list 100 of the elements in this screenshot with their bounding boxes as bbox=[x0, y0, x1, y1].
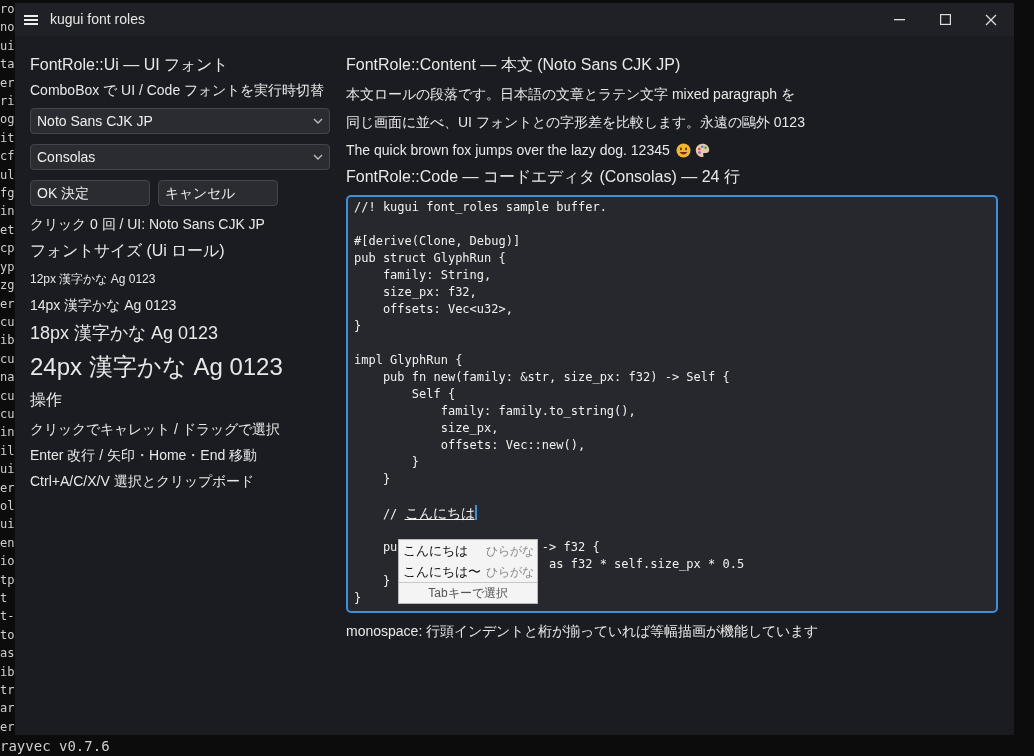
terminal-text: to bbox=[0, 626, 15, 644]
terminal-text: ro bbox=[0, 1, 15, 18]
candidate-hint: ひらがな bbox=[486, 563, 534, 581]
code-line: family: family.to_string(), bbox=[439, 403, 636, 420]
chevron-down-icon bbox=[313, 118, 323, 124]
terminal-text: et bbox=[0, 221, 15, 239]
terminal-text: er bbox=[0, 479, 15, 497]
close-icon bbox=[985, 13, 997, 26]
terminal-text: io bbox=[0, 553, 15, 571]
candidate-hint: ひらがな bbox=[486, 542, 534, 560]
terminal-text: en bbox=[0, 534, 15, 552]
terminal-text: cu bbox=[0, 350, 15, 368]
code-line: } bbox=[354, 590, 362, 607]
pangram-text: The quick brown fox jumps over the lazy dog. 12345 bbox=[346, 141, 670, 160]
text-caret bbox=[474, 505, 477, 520]
terminal-text: cp bbox=[0, 240, 15, 258]
code-line: pub fn new(family: &str, size_px: f32) -> Self { bbox=[381, 369, 730, 386]
code-comment: // bbox=[381, 507, 399, 521]
terminal-text: er bbox=[0, 74, 15, 92]
candidate-text[interactable]: こんにちは〜 bbox=[403, 561, 481, 582]
dialog-button[interactable]: OK 決定 bbox=[30, 180, 150, 206]
menu-icon[interactable] bbox=[24, 13, 38, 26]
terminal-text: cu bbox=[0, 387, 15, 405]
terminal-text: ta bbox=[0, 56, 15, 74]
instruction-text: Enter 改行 / 矢印・Home・End 移動 bbox=[30, 446, 259, 465]
window-title: kugui font roles bbox=[50, 10, 145, 29]
terminal-text: in bbox=[0, 203, 15, 221]
terminal-text: ui bbox=[0, 37, 15, 55]
terminal-text: zg bbox=[0, 277, 15, 295]
section-heading: FontRole::Ui — UI フォント bbox=[30, 55, 230, 75]
terminal-text: yp bbox=[0, 258, 15, 276]
terminal-text: ui bbox=[0, 461, 15, 479]
terminal-text: in bbox=[0, 424, 15, 442]
code-line: //! kugui font_roles sample buffer. bbox=[354, 199, 607, 216]
terminal-text: ib bbox=[0, 663, 15, 681]
chevron-down-icon bbox=[313, 154, 323, 160]
code-line: as f32 * self.size_px * 0.5 bbox=[549, 556, 745, 573]
palette-icon bbox=[694, 142, 710, 158]
terminal-text: tr bbox=[0, 682, 15, 700]
code-line: } bbox=[410, 454, 420, 471]
status-text: クリック 0 回 / UI: Noto Sans CJK JP bbox=[30, 215, 266, 234]
section-heading: FontRole::Content — 本文 (Noto Sans CJK JP) bbox=[346, 55, 682, 75]
terminal-text: il bbox=[0, 442, 15, 460]
font-dropdown[interactable]: Consolas bbox=[30, 144, 330, 170]
footer-text: monospace: 行頭インデントと桁が揃っていれば等幅描画が機能しています bbox=[346, 622, 820, 641]
smiley-icon bbox=[675, 142, 691, 158]
font-sample-text: 18px 漢字かな Ag 0123 bbox=[30, 322, 220, 345]
code-line: size_px: f32, bbox=[381, 284, 477, 301]
code-line: } bbox=[381, 573, 391, 590]
terminal-text: ui bbox=[0, 516, 15, 534]
section-heading: 操作 bbox=[30, 390, 63, 410]
code-line: family: String, bbox=[381, 267, 492, 284]
terminal-text: er bbox=[0, 718, 15, 736]
code-line: pub struct GlyphRun { bbox=[354, 250, 506, 267]
font-sample-text: 12px 漢字かな Ag 0123 bbox=[30, 271, 157, 288]
terminal-text: ib bbox=[0, 332, 15, 350]
terminal-text: tp bbox=[0, 571, 15, 589]
code-line: } bbox=[381, 471, 391, 488]
terminal-text: na bbox=[0, 369, 15, 387]
instruction-text: Ctrl+A/C/X/V 選択とクリップボード bbox=[30, 472, 255, 491]
terminal-text: it bbox=[0, 129, 15, 147]
terminal-text: er bbox=[0, 295, 15, 313]
terminal-text: ar bbox=[0, 700, 15, 718]
terminal-text: ul bbox=[0, 166, 15, 184]
code-line: } bbox=[354, 318, 362, 335]
minimize-icon bbox=[893, 18, 905, 21]
popup-hint-text: Tabキーで選択 bbox=[399, 582, 537, 603]
terminal-text: t bbox=[0, 590, 9, 607]
terminal-text: og bbox=[0, 111, 15, 129]
code-line: Self { bbox=[410, 386, 456, 403]
paragraph-text: 本文ロールの段落です。日本語の文章とラテン文字 mixed paragraph を bbox=[346, 85, 796, 104]
terminal-text: cu bbox=[0, 405, 15, 423]
section-heading: フォントサイズ (Ui ロール) bbox=[30, 241, 226, 261]
code-line: #[derive(Clone, Debug)] bbox=[354, 233, 521, 250]
terminal-text: ol bbox=[0, 497, 15, 515]
candidate-text[interactable]: こんにちは bbox=[403, 540, 468, 561]
section-heading: FontRole::Code — コードエディタ (Consolas) — 24 行 bbox=[346, 167, 741, 187]
font-sample-text: 24px 漢字かな Ag 0123 bbox=[30, 352, 284, 382]
paragraph-text: 同じ画面に並べ、UI フォントとの字形差を比較します。永遠の鷗外 0123 bbox=[346, 113, 806, 132]
font-sample-text: 14px 漢字かな Ag 0123 bbox=[30, 296, 178, 315]
terminal-text: cf bbox=[0, 148, 15, 166]
code-line: offsets: Vec<u32>, bbox=[381, 301, 513, 318]
dialog-button[interactable]: キャンセル bbox=[158, 180, 278, 206]
terminal-text: rayvec v0.7.6 bbox=[0, 737, 110, 756]
terminal-text: ri bbox=[0, 93, 15, 111]
terminal-text: t- bbox=[0, 608, 15, 626]
maximize-icon bbox=[939, 14, 951, 25]
terminal-text: no bbox=[0, 19, 15, 37]
description-text: ComboBox で UI / Code フォントを実行時切替 bbox=[30, 81, 326, 100]
font-dropdown[interactable]: Noto Sans CJK JP bbox=[30, 108, 330, 134]
code-line: size_px, bbox=[439, 420, 499, 437]
code-line: impl GlyphRun { bbox=[354, 352, 463, 369]
code-line: pu bbox=[381, 539, 398, 556]
code-line: offsets: Vec::new(), bbox=[439, 437, 586, 454]
ime-composition-text: こんにちは bbox=[404, 505, 475, 521]
terminal-text: fg bbox=[0, 185, 15, 203]
code-line: -> f32 { bbox=[541, 539, 600, 556]
code-editor[interactable] bbox=[346, 195, 998, 613]
terminal-text: as bbox=[0, 645, 15, 663]
terminal-text: cu bbox=[0, 313, 15, 331]
